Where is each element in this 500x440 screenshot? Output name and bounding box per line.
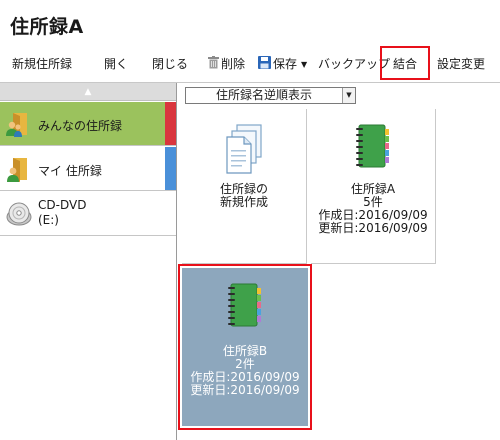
- card-highlight-frame: [178, 264, 312, 430]
- chevron-down-icon[interactable]: ▼: [342, 88, 355, 103]
- open-button[interactable]: 開く: [104, 46, 128, 82]
- close-button[interactable]: 閉じる: [152, 46, 188, 82]
- cd-dvd-icon: [5, 200, 33, 228]
- save-button[interactable]: 保存 ▼: [258, 46, 307, 82]
- sidebar-item-label: みんなの住所録: [38, 119, 123, 133]
- delete-label: 削除: [221, 57, 246, 71]
- sidebar: ▲ みんなの住所録 マイ 住所録 CD-DVD (E:): [0, 83, 177, 440]
- delete-button[interactable]: 削除: [208, 46, 245, 82]
- merge-highlight-frame: [380, 46, 430, 80]
- sidebar-item-accent: [165, 102, 176, 145]
- sidebar-item-shared-addressbook[interactable]: みんなの住所録: [0, 102, 176, 146]
- sidebar-item-label-line1: CD-DVD: [38, 198, 87, 212]
- new-addressbook-icon: [226, 124, 262, 174]
- card-text: 住所録の 新規作成: [182, 183, 306, 209]
- card-line: 新規作成: [219, 195, 268, 209]
- card-line: 更新日:2016/09/09: [318, 221, 428, 235]
- sidebar-item-my-addressbook[interactable]: マイ 住所録: [0, 147, 176, 191]
- sidebar-item-label-line2: (E:): [38, 213, 59, 227]
- sort-order-value: 住所録名逆順表示: [215, 88, 312, 102]
- settings-button[interactable]: 設定変更: [437, 46, 485, 82]
- save-label: 保存: [273, 57, 298, 71]
- window-title: 住所録A: [10, 16, 84, 38]
- floppy-disk-icon: [258, 47, 271, 83]
- shared-addressbook-icon: [5, 110, 33, 138]
- addressbook-grid: 住所録名逆順表示 ▼ 住所録の 新規作成 住所録A 5件 作成日:2016/09…: [178, 83, 500, 440]
- sidebar-item-label: マイ 住所録: [38, 164, 102, 178]
- my-addressbook-icon: [5, 155, 33, 183]
- card-text: 住所録A 5件 作成日:2016/09/09 更新日:2016/09/09: [311, 183, 435, 235]
- card-new-addressbook[interactable]: 住所録の 新規作成: [182, 109, 307, 264]
- trash-icon: [208, 47, 219, 83]
- sort-order-select[interactable]: 住所録名逆順表示 ▼: [185, 87, 356, 104]
- addressbook-icon: [356, 124, 389, 168]
- sidebar-scroll-up-button[interactable]: ▲: [0, 83, 176, 101]
- card-addressbook-a[interactable]: 住所録A 5件 作成日:2016/09/09 更新日:2016/09/09: [311, 109, 436, 264]
- chevron-down-icon[interactable]: ▼: [301, 47, 307, 83]
- sidebar-item-cd-dvd[interactable]: CD-DVD (E:): [0, 192, 176, 236]
- sidebar-item-accent: [165, 147, 176, 190]
- new-addressbook-button[interactable]: 新規住所録: [12, 46, 72, 82]
